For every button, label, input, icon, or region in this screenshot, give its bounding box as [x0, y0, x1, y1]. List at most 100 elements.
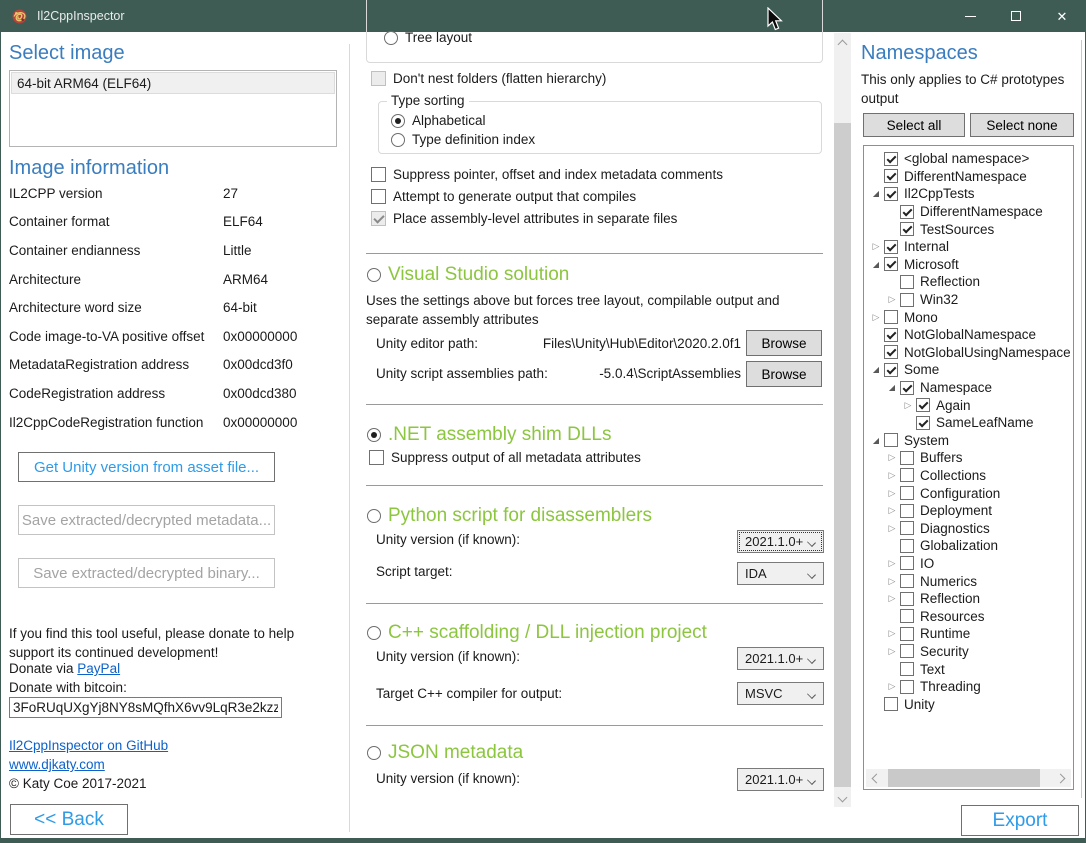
- tree-row[interactable]: Mono: [864, 308, 1073, 326]
- tree-expander-icon[interactable]: [868, 256, 884, 272]
- save-binary-button[interactable]: Save extracted/decrypted binary...: [18, 558, 275, 588]
- tree-row[interactable]: NotGlobalNamespace: [864, 326, 1073, 344]
- suppress-metadata-attrs-checkbox[interactable]: [369, 450, 384, 465]
- tree-expander-icon[interactable]: [868, 168, 884, 184]
- namespace-checkbox[interactable]: [884, 363, 898, 377]
- tree-row[interactable]: Win32: [864, 291, 1073, 309]
- script-assemblies-path-value[interactable]: -5.0.4\ScriptAssemblies: [501, 366, 741, 381]
- tree-row[interactable]: Text: [864, 660, 1073, 678]
- tree-row[interactable]: Globalization: [864, 537, 1073, 555]
- namespace-checkbox[interactable]: [900, 539, 914, 553]
- python-script-radio[interactable]: [367, 509, 381, 523]
- tree-row[interactable]: Some: [864, 361, 1073, 379]
- tree-row[interactable]: NotGlobalUsingNamespace: [864, 344, 1073, 362]
- unity-editor-path-value[interactable]: Files\Unity\Hub\Editor\2020.2.0f1: [501, 336, 741, 351]
- tree-expander-icon[interactable]: [884, 679, 900, 695]
- browse-editor-path-button[interactable]: Browse: [746, 330, 822, 356]
- alphabetical-radio[interactable]: [391, 114, 405, 128]
- tree-expander-icon[interactable]: [884, 204, 900, 220]
- namespace-checkbox[interactable]: [884, 240, 898, 254]
- tree-expander-icon[interactable]: [884, 538, 900, 554]
- tree-row[interactable]: Numerics: [864, 572, 1073, 590]
- flatten-checkbox[interactable]: [371, 71, 386, 86]
- tree-hscroll-thumb[interactable]: [888, 769, 1040, 787]
- shim-dlls-option[interactable]: .NET assembly shim DLLs: [367, 424, 612, 446]
- tree-expander-icon[interactable]: [868, 239, 884, 255]
- tree-row[interactable]: DifferentNamespace: [864, 203, 1073, 221]
- namespace-checkbox[interactable]: [900, 222, 914, 236]
- browse-assemblies-path-button[interactable]: Browse: [746, 361, 822, 387]
- tree-expander-icon[interactable]: [884, 520, 900, 536]
- tree-row[interactable]: Reflection: [864, 590, 1073, 608]
- tree-expander-icon[interactable]: [884, 485, 900, 501]
- scroll-right-icon[interactable]: [1054, 770, 1071, 787]
- namespace-checkbox[interactable]: [900, 592, 914, 606]
- save-metadata-button[interactable]: Save extracted/decrypted metadata...: [18, 505, 275, 535]
- tree-row[interactable]: Resources: [864, 607, 1073, 625]
- tree-row[interactable]: IO: [864, 555, 1073, 573]
- type-def-index-option[interactable]: Type definition index: [391, 132, 535, 147]
- tree-expander-icon[interactable]: [900, 397, 916, 413]
- tree-row[interactable]: Il2CppTests: [864, 185, 1073, 203]
- tree-expander-icon[interactable]: [868, 344, 884, 360]
- scroll-up-icon[interactable]: [834, 33, 851, 50]
- tree-expander-icon[interactable]: [884, 661, 900, 677]
- namespace-checkbox[interactable]: [900, 381, 914, 395]
- github-link[interactable]: Il2CppInspector on GitHub: [9, 738, 168, 753]
- paypal-link[interactable]: PayPal: [77, 661, 120, 676]
- namespace-checkbox[interactable]: [900, 680, 914, 694]
- tree-expander-icon[interactable]: [868, 327, 884, 343]
- tree-row[interactable]: Unity: [864, 695, 1073, 713]
- json-metadata-option[interactable]: JSON metadata: [367, 742, 523, 764]
- close-button[interactable]: ✕: [1039, 0, 1085, 32]
- tree-expander-icon[interactable]: [884, 626, 900, 642]
- select-all-button[interactable]: Select all: [863, 113, 965, 137]
- scrollbar-thumb[interactable]: [834, 123, 851, 787]
- tree-row[interactable]: System: [864, 432, 1073, 450]
- options-scrollbar[interactable]: [834, 33, 851, 807]
- tree-row[interactable]: Collections: [864, 467, 1073, 485]
- namespace-checkbox[interactable]: [916, 398, 930, 412]
- namespace-checkbox[interactable]: [884, 169, 898, 183]
- tree-row[interactable]: TestSources: [864, 220, 1073, 238]
- scroll-left-icon[interactable]: [866, 770, 883, 787]
- image-list-item[interactable]: 64-bit ARM64 (ELF64): [11, 72, 335, 94]
- tree-expander-icon[interactable]: [884, 608, 900, 624]
- alphabetical-option[interactable]: Alphabetical: [391, 113, 486, 128]
- tree-expander-icon[interactable]: [884, 643, 900, 659]
- type-def-index-radio[interactable]: [391, 133, 405, 147]
- namespace-checkbox[interactable]: [916, 416, 930, 430]
- vs-solution-option[interactable]: Visual Studio solution: [367, 264, 569, 286]
- separate-attrs-checkbox[interactable]: [371, 211, 386, 226]
- cpp-scaffolding-radio[interactable]: [367, 626, 381, 640]
- tree-row[interactable]: Deployment: [864, 502, 1073, 520]
- tree-row[interactable]: Buffers: [864, 449, 1073, 467]
- namespace-checkbox[interactable]: [900, 644, 914, 658]
- tree-expander-icon[interactable]: [884, 591, 900, 607]
- tree-expander-icon[interactable]: [884, 555, 900, 571]
- namespace-checkbox[interactable]: [900, 627, 914, 641]
- image-listbox[interactable]: 64-bit ARM64 (ELF64): [9, 70, 337, 147]
- tree-row[interactable]: Microsoft: [864, 256, 1073, 274]
- tree-expander-icon[interactable]: [884, 292, 900, 308]
- tree-row[interactable]: Runtime: [864, 625, 1073, 643]
- scroll-down-icon[interactable]: [834, 790, 851, 807]
- tree-row[interactable]: Security: [864, 643, 1073, 661]
- namespace-checkbox[interactable]: [884, 697, 898, 711]
- script-target-dropdown[interactable]: IDA: [737, 562, 824, 585]
- tree-expander-icon[interactable]: [868, 696, 884, 712]
- tree-row[interactable]: Threading: [864, 678, 1073, 696]
- attempt-compile-checkbox[interactable]: [371, 189, 386, 204]
- tree-layout-radio[interactable]: [384, 31, 398, 45]
- namespace-checkbox[interactable]: [900, 504, 914, 518]
- suppress-comments-checkbox[interactable]: [371, 167, 386, 182]
- tree-horizontal-scrollbar[interactable]: [866, 769, 1071, 787]
- separate-attrs-option[interactable]: Place assembly-level attributes in separ…: [371, 211, 677, 226]
- back-button[interactable]: << Back: [10, 804, 128, 835]
- namespace-checkbox[interactable]: [884, 152, 898, 166]
- tree-row[interactable]: SameLeafName: [864, 414, 1073, 432]
- namespace-checkbox[interactable]: [900, 556, 914, 570]
- tree-expander-icon[interactable]: [884, 573, 900, 589]
- namespace-checkbox[interactable]: [884, 187, 898, 201]
- namespace-checkbox[interactable]: [900, 468, 914, 482]
